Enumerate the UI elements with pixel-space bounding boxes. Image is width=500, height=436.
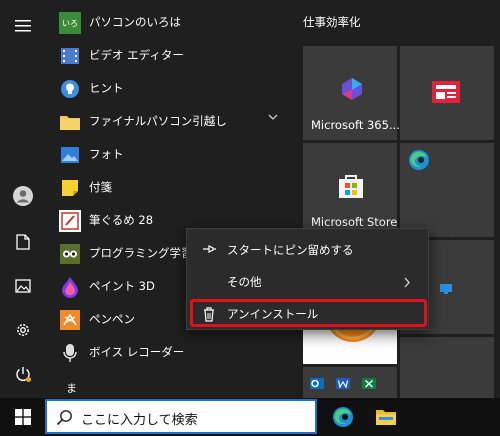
taskbar: ここに入力して検索 xyxy=(0,398,500,436)
tile-group-title: 仕事効率化 xyxy=(303,15,361,29)
film-icon xyxy=(59,45,81,67)
sticky-notes-icon xyxy=(59,177,81,199)
outlook-icon xyxy=(310,378,324,389)
context-menu: スタートにピン留めする その他 アンインストール xyxy=(186,228,429,330)
menu-item-label: その他 xyxy=(227,275,262,289)
menu-item-pin-to-start[interactable]: スタートにピン留めする xyxy=(187,235,428,265)
taskbar-edge-button[interactable] xyxy=(323,398,363,436)
tile-microsoft-store[interactable]: Microsoft Store xyxy=(303,143,397,237)
app-label: ペンペン xyxy=(89,312,135,326)
hamburger-menu-icon[interactable] xyxy=(0,8,46,44)
app-label: ボイス レコーダー xyxy=(89,345,185,359)
microsoft365-icon xyxy=(342,78,362,100)
start-button[interactable] xyxy=(0,398,45,436)
penpen-icon xyxy=(59,309,81,331)
list-item[interactable]: 付箋 xyxy=(46,171,286,204)
blue-app-icon xyxy=(440,284,452,294)
app-label: ファイナルパソコン引越し xyxy=(89,114,227,128)
pin-icon xyxy=(203,245,216,253)
menu-item-other[interactable]: その他 xyxy=(187,267,428,297)
section-letter: ま xyxy=(66,382,77,395)
list-item[interactable]: ヒント xyxy=(46,72,286,105)
file-explorer-icon xyxy=(376,410,396,425)
app-label: ビデオ エディター xyxy=(89,48,184,62)
document-icon[interactable] xyxy=(0,224,46,260)
word-icon xyxy=(336,378,350,389)
app-label: ヒント xyxy=(89,81,124,95)
chevron-down-icon[interactable] xyxy=(268,113,278,121)
taskbar-explorer-button[interactable] xyxy=(366,398,406,436)
tile-label: Microsoft Store xyxy=(311,215,398,229)
settings-icon[interactable] xyxy=(0,312,46,348)
list-item[interactable]: ビデオ エディター xyxy=(46,39,286,72)
fudegurume-icon xyxy=(59,210,81,232)
app-label: 筆ぐるめ 28 xyxy=(89,213,154,227)
search-icon xyxy=(56,410,72,426)
folder-icon xyxy=(59,111,81,133)
edge-icon xyxy=(333,407,353,427)
list-item[interactable]: ボイス レコーダー xyxy=(46,336,286,369)
paint3d-icon xyxy=(59,276,81,298)
list-item[interactable]: いろ パソコンのいろは xyxy=(46,6,286,39)
tile-label: Microsoft 365... xyxy=(311,118,400,132)
list-item[interactable]: ファイナルパソコン引越し xyxy=(46,105,286,138)
app-label: フォト xyxy=(89,147,124,161)
lightbulb-icon xyxy=(59,78,81,100)
microphone-icon xyxy=(59,342,81,364)
list-item[interactable]: フォト xyxy=(46,138,286,171)
power-icon[interactable] xyxy=(0,356,46,392)
store-icon xyxy=(339,175,363,198)
windows-logo-icon xyxy=(14,409,31,425)
tile-microsoft365[interactable]: Microsoft 365... xyxy=(303,46,400,140)
edge-icon xyxy=(409,150,429,170)
user-icon[interactable] xyxy=(0,178,46,214)
start-menu-rail xyxy=(0,0,46,398)
search-input[interactable]: ここに入力して検索 xyxy=(45,399,317,434)
tile-edge[interactable] xyxy=(400,143,494,237)
app-list: いろ パソコンのいろは ビデオ エディター ヒント ファイナルパソコン引越し フ… xyxy=(46,0,294,398)
pasokon-iroha-icon: いろ xyxy=(59,12,81,34)
app-label: 付箋 xyxy=(89,180,112,194)
tile-area: 仕事効率化 Microsoft 365... Microsoft Store xyxy=(294,0,500,398)
excel-icon xyxy=(362,378,376,389)
app-label: パソコンのいろは xyxy=(89,15,181,29)
photos-icon xyxy=(59,144,81,166)
highlight-box xyxy=(190,299,427,327)
programming-game-icon xyxy=(59,243,81,265)
tile-dark[interactable] xyxy=(400,337,494,398)
list-section-header[interactable]: ま xyxy=(46,378,286,398)
menu-item-label: スタートにピン留めする xyxy=(227,243,354,257)
app-label: ペイント 3D xyxy=(89,279,155,293)
news-icon xyxy=(432,81,460,103)
tile-office-apps[interactable] xyxy=(303,367,397,398)
search-placeholder: ここに入力して検索 xyxy=(81,413,198,428)
tile-news[interactable] xyxy=(400,46,494,140)
chevron-right-icon xyxy=(404,277,410,288)
pictures-icon[interactable] xyxy=(0,268,46,304)
